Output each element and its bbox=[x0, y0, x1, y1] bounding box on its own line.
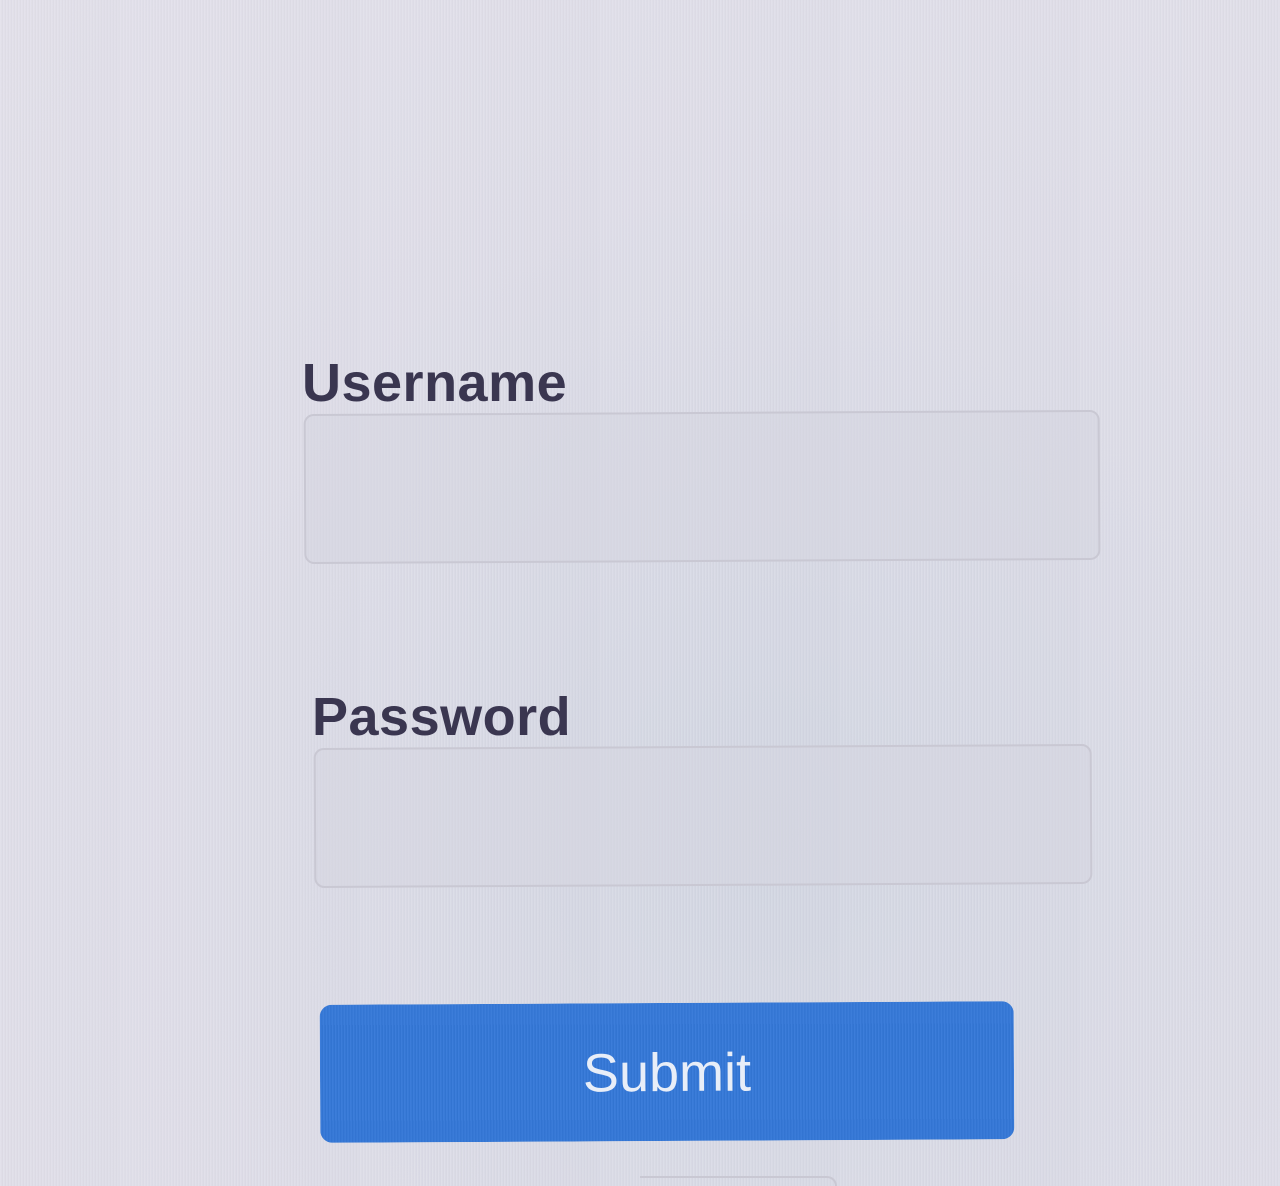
partial-element-edge bbox=[640, 1176, 837, 1186]
password-label: Password bbox=[312, 687, 572, 747]
submit-button[interactable]: Submit bbox=[319, 1001, 1015, 1143]
password-input[interactable] bbox=[313, 743, 1093, 889]
username-input[interactable] bbox=[303, 409, 1101, 565]
login-form: Username Password Submit bbox=[0, 0, 1280, 1186]
username-label: Username bbox=[302, 353, 568, 413]
